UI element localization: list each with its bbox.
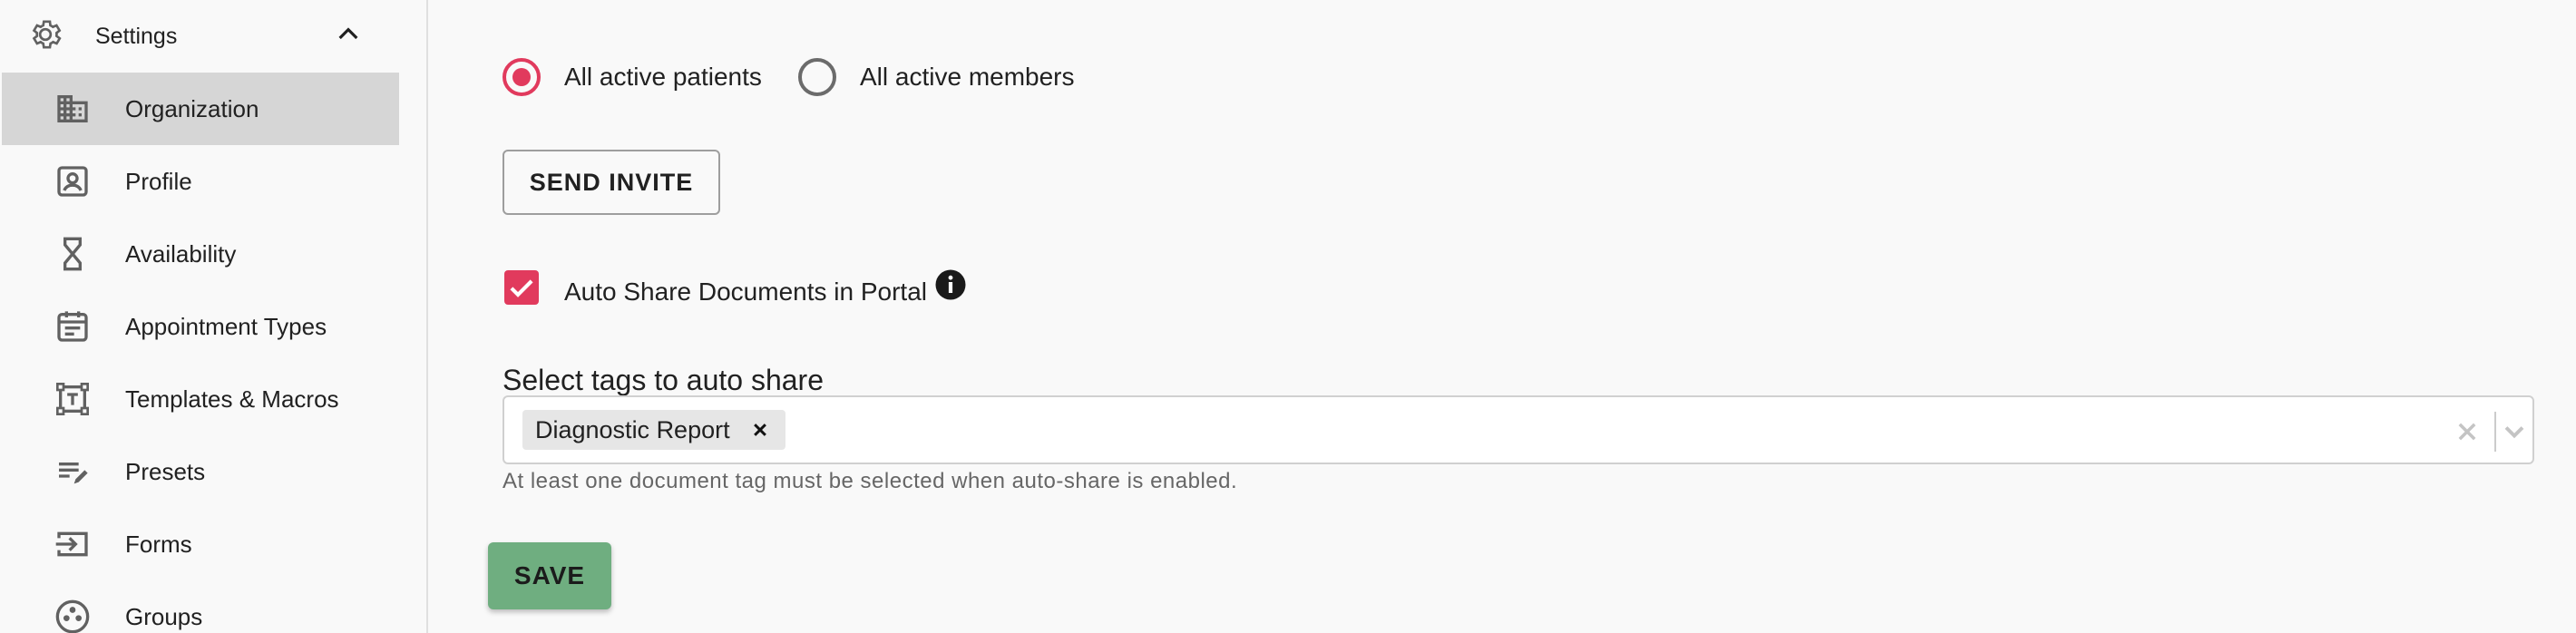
input-arrow-icon xyxy=(54,526,91,562)
remove-tag-icon[interactable] xyxy=(751,421,769,439)
tags-multi-select[interactable]: Diagnostic Report xyxy=(503,395,2534,464)
save-button[interactable]: SAVE xyxy=(488,542,611,609)
chevron-up-icon[interactable] xyxy=(334,20,363,49)
radio-label-patients: All active patients xyxy=(564,63,762,91)
edit-list-icon xyxy=(54,453,91,490)
info-icon[interactable] xyxy=(934,268,967,301)
auto-share-label: Auto Share Documents in Portal xyxy=(564,278,927,306)
sidebar-item-organization[interactable]: Organization xyxy=(2,73,399,145)
radio-all-active-patients[interactable] xyxy=(503,58,541,96)
tag-chip: Diagnostic Report xyxy=(522,410,785,450)
settings-label: Settings xyxy=(95,24,178,49)
sidebar-item-groups[interactable]: Groups xyxy=(2,580,399,633)
check-icon xyxy=(510,279,533,297)
clear-selection-icon[interactable] xyxy=(2454,419,2480,444)
sidebar-item-profile[interactable]: Profile xyxy=(2,145,399,218)
hourglass-icon xyxy=(54,236,91,272)
auto-share-checkbox[interactable] xyxy=(504,270,539,305)
sidebar-item-label: Profile xyxy=(125,168,192,195)
settings-sidebar: Settings Organization Profile Availabili… xyxy=(0,0,428,633)
sidebar-item-presets[interactable]: Presets xyxy=(2,435,399,508)
sidebar-item-label: Groups xyxy=(125,603,203,630)
calendar-icon xyxy=(54,308,91,345)
organization-settings: All active patients All active members S… xyxy=(430,0,2576,633)
sidebar-item-templates-macros[interactable]: Templates & Macros xyxy=(2,363,399,435)
sidebar-item-label: Forms xyxy=(125,531,192,558)
sidebar-item-label: Templates & Macros xyxy=(125,385,339,413)
profile-card-icon xyxy=(54,163,91,200)
settings-header[interactable]: Settings xyxy=(0,0,399,73)
sidebar-item-label: Organization xyxy=(125,95,259,122)
gear-icon xyxy=(27,16,63,53)
sidebar-item-appointment-types[interactable]: Appointment Types xyxy=(2,290,399,363)
sidebar-item-label: Presets xyxy=(125,458,206,485)
send-invite-button[interactable]: SEND INVITE xyxy=(503,150,720,215)
tag-chip-label: Diagnostic Report xyxy=(535,416,730,443)
sidebar-item-availability[interactable]: Availability xyxy=(2,218,399,290)
group-icon xyxy=(54,599,91,633)
tags-helper-text: At least one document tag must be select… xyxy=(503,469,1238,493)
radio-label-members: All active members xyxy=(860,63,1075,91)
chevron-down-icon[interactable] xyxy=(2496,415,2532,448)
sidebar-item-label: Availability xyxy=(125,240,237,268)
building-icon xyxy=(54,91,91,127)
sidebar-item-forms[interactable]: Forms xyxy=(2,508,399,580)
tags-select-title: Select tags to auto share xyxy=(503,364,824,396)
radio-all-active-members[interactable] xyxy=(798,58,836,96)
sidebar-item-label: Appointment Types xyxy=(125,313,327,340)
text-template-icon xyxy=(54,381,91,417)
